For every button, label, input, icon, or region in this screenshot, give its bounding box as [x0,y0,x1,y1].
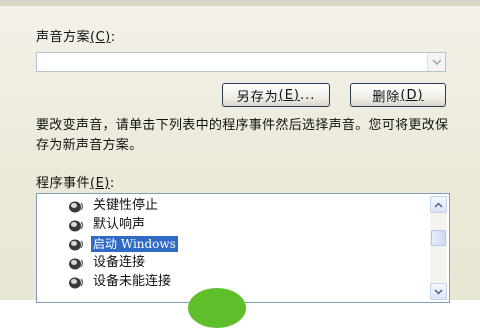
program-events-label-text: 程序事件 [36,176,91,191]
scroll-up-button[interactable] [430,196,447,213]
list-item-label: 默认响声 [93,217,146,232]
list-item-label: 启动 Windows [91,236,178,252]
save-as-accelerator: (E) [278,87,300,103]
dialog-top-edge [0,0,480,6]
instructions-text: 要改变声音，请单击下列表中的程序事件然后选择声音。您可将更改保存为新声音方案。 [36,118,449,153]
speaker-icon [67,198,87,214]
overlay-blob [188,288,246,328]
speaker-icon [67,274,87,290]
speaker-icon [67,255,87,271]
sound-scheme-select[interactable] [36,52,446,72]
delete-button[interactable]: 删除 (D) [350,83,446,107]
delete-label: 删除 [372,89,401,105]
save-as-label: 另存为 [236,89,279,105]
speaker-icon [67,217,87,233]
save-as-ellipsis: ... [299,87,316,103]
list-item-label: 设备连接 [93,255,146,270]
sound-scheme-accelerator: (C) [90,30,111,45]
sound-settings-dialog: 声音方案(C): 另存为 (E) ... 删除 (D) 要改变声音，请单击下列表… [0,0,480,328]
list-item-label: 关键性停止 [93,198,159,213]
sound-scheme-label: 声音方案(C): [36,26,116,45]
speaker-icon [67,236,87,252]
scroll-down-button[interactable] [430,283,447,300]
sound-scheme-label-suffix: : [110,30,116,45]
list-item[interactable]: 关键性停止 [67,197,427,215]
list-item-label: 设备未能连接 [93,274,172,289]
chevron-down-icon[interactable] [427,53,445,71]
vertical-scrollbar[interactable] [430,196,447,300]
delete-accelerator: (D) [400,87,424,103]
sound-scheme-label-text: 声音方案 [36,30,91,45]
list-item[interactable]: 设备连接 [67,254,427,272]
program-events-accelerator: (E) [90,176,110,191]
list-item[interactable]: 设备未能连接 [67,273,427,291]
list-item-selected[interactable]: 启动 Windows [67,235,427,253]
scrollbar-thumb[interactable] [431,230,446,246]
list-item[interactable]: 默认响声 [67,216,427,234]
program-events-label-suffix: : [109,176,115,191]
program-events-label: 程序事件(E): [36,172,115,191]
save-as-button[interactable]: 另存为 (E) ... [222,83,330,107]
program-events-list[interactable]: 关键性停止 默认响声 启动 Windows 设备连接 设备未能连接 [36,193,450,303]
